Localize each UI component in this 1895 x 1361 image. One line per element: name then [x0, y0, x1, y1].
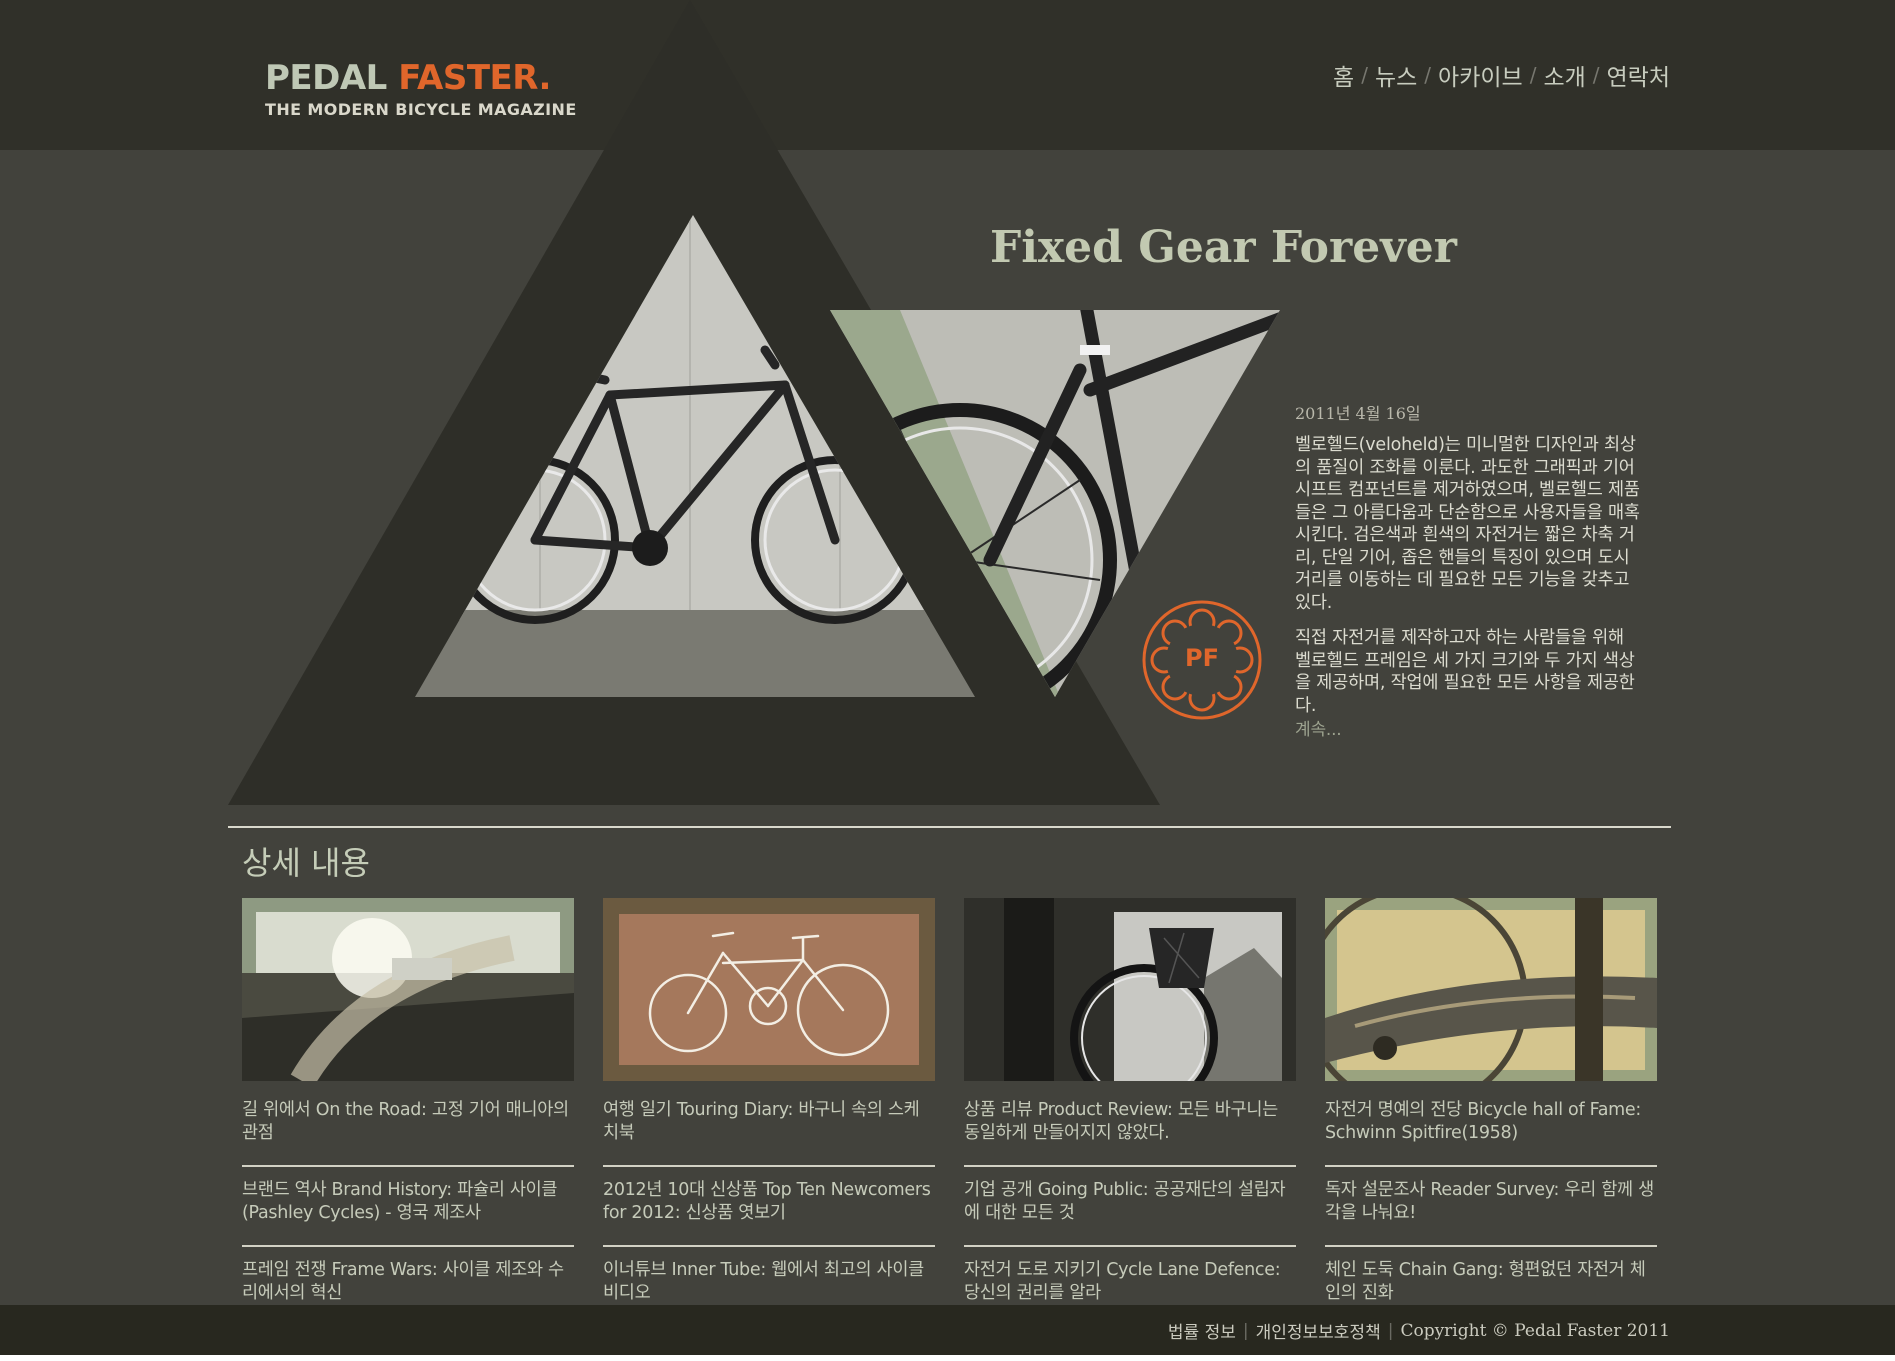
article-column: 길 위에서 On the Road: 고정 기어 매니아의 관점 브랜드 역사 …	[242, 898, 574, 1333]
logo-word-faster: FASTER.	[398, 58, 551, 98]
main-nav: 홈 / 뉴스 / 아카이브 / 소개 / 연락처	[1333, 58, 1670, 92]
article-column: 여행 일기 Touring Diary: 바구니 속의 스케치북 2012년 1…	[603, 898, 935, 1333]
nav-separator: /	[1529, 63, 1537, 87]
article-link[interactable]: 기업 공개 Going Public: 공공재단의 설립자에 대한 모든 것	[964, 1175, 1296, 1247]
nav-home[interactable]: 홈	[1333, 58, 1354, 92]
hero-body: 벨로헬드(veloheld)는 미니멀한 디자인과 최상의 품질이 조화를 이룬…	[1295, 434, 1645, 742]
read-more-link[interactable]: 계속...	[1295, 719, 1645, 742]
copyright-text: Copyright © Pedal Faster 2011	[1400, 1320, 1670, 1341]
pf-badge-text: PF	[1185, 644, 1219, 672]
article-column: 자전거 명예의 전당 Bicycle hall of Fame: Schwinn…	[1325, 898, 1657, 1333]
nav-separator: /	[1361, 63, 1368, 87]
page-bottom-edge	[0, 1355, 1895, 1361]
logo-word-pedal: PEDAL	[265, 58, 399, 98]
logo-tagline: THE MODERN BICYCLE MAGAZINE	[265, 100, 577, 119]
article-link[interactable]: 여행 일기 Touring Diary: 바구니 속의 스케치북	[603, 1095, 935, 1167]
thumb-spitfire-frame-photo[interactable]	[1325, 898, 1657, 1081]
footer-links: 법률 정보 | 개인정보보호정책 | Copyright © Pedal Fas…	[1168, 1318, 1670, 1344]
nav-contact[interactable]: 연락처	[1607, 58, 1670, 92]
hero-paragraph: 벨로헬드(veloheld)는 미니멀한 디자인과 최상의 품질이 조화를 이룬…	[1295, 435, 1640, 613]
article-link[interactable]: 상품 리뷰 Product Review: 모든 바구니는 동일하게 만들어지지…	[964, 1095, 1296, 1167]
site-logo[interactable]: PEDAL FASTER. THE MODERN BICYCLE MAGAZIN…	[265, 58, 577, 119]
thumb-bicycle-sketch[interactable]	[603, 898, 935, 1081]
footer-separator: |	[1242, 1320, 1249, 1341]
nav-about[interactable]: 소개	[1543, 58, 1585, 92]
article-link[interactable]: 길 위에서 On the Road: 고정 기어 매니아의 관점	[242, 1095, 574, 1167]
article-link[interactable]: 자전거 명예의 전당 Bicycle hall of Fame: Schwinn…	[1325, 1095, 1657, 1167]
section-divider	[228, 826, 1671, 828]
footer-link-legal[interactable]: 법률 정보	[1168, 1318, 1236, 1343]
thumb-road-photo[interactable]	[242, 898, 574, 1081]
nav-separator: /	[1424, 63, 1432, 87]
article-link[interactable]: 브랜드 역사 Brand History: 파슐리 사이클(Pashley Cy…	[242, 1175, 574, 1247]
article-column: 상품 리뷰 Product Review: 모든 바구니는 동일하게 만들어지지…	[964, 898, 1296, 1333]
nav-separator: /	[1592, 63, 1600, 87]
footer-separator: |	[1387, 1320, 1394, 1341]
article-link[interactable]: 독자 설문조사 Reader Survey: 우리 함께 생각을 나눠요!	[1325, 1175, 1657, 1247]
hero-date: 2011년 4월 16일	[1295, 404, 1421, 423]
hero-paragraph: 직접 자전거를 제작하고자 하는 사람들을 위해 벨로헬드 프레임은 세 가지 …	[1295, 628, 1635, 716]
section-title: 상세 내용	[242, 844, 370, 882]
logo-wordmark: PEDAL FASTER.	[265, 58, 577, 98]
nav-archive[interactable]: 아카이브	[1438, 58, 1523, 92]
footer-link-privacy[interactable]: 개인정보보호정책	[1256, 1318, 1381, 1343]
hero-title[interactable]: Fixed Gear Forever	[990, 222, 1457, 273]
nav-news[interactable]: 뉴스	[1375, 58, 1417, 92]
article-link[interactable]: 2012년 10대 신상품 Top Ten Newcomers for 2012…	[603, 1175, 935, 1247]
thumb-basket-bicycle-photo[interactable]	[964, 898, 1296, 1081]
